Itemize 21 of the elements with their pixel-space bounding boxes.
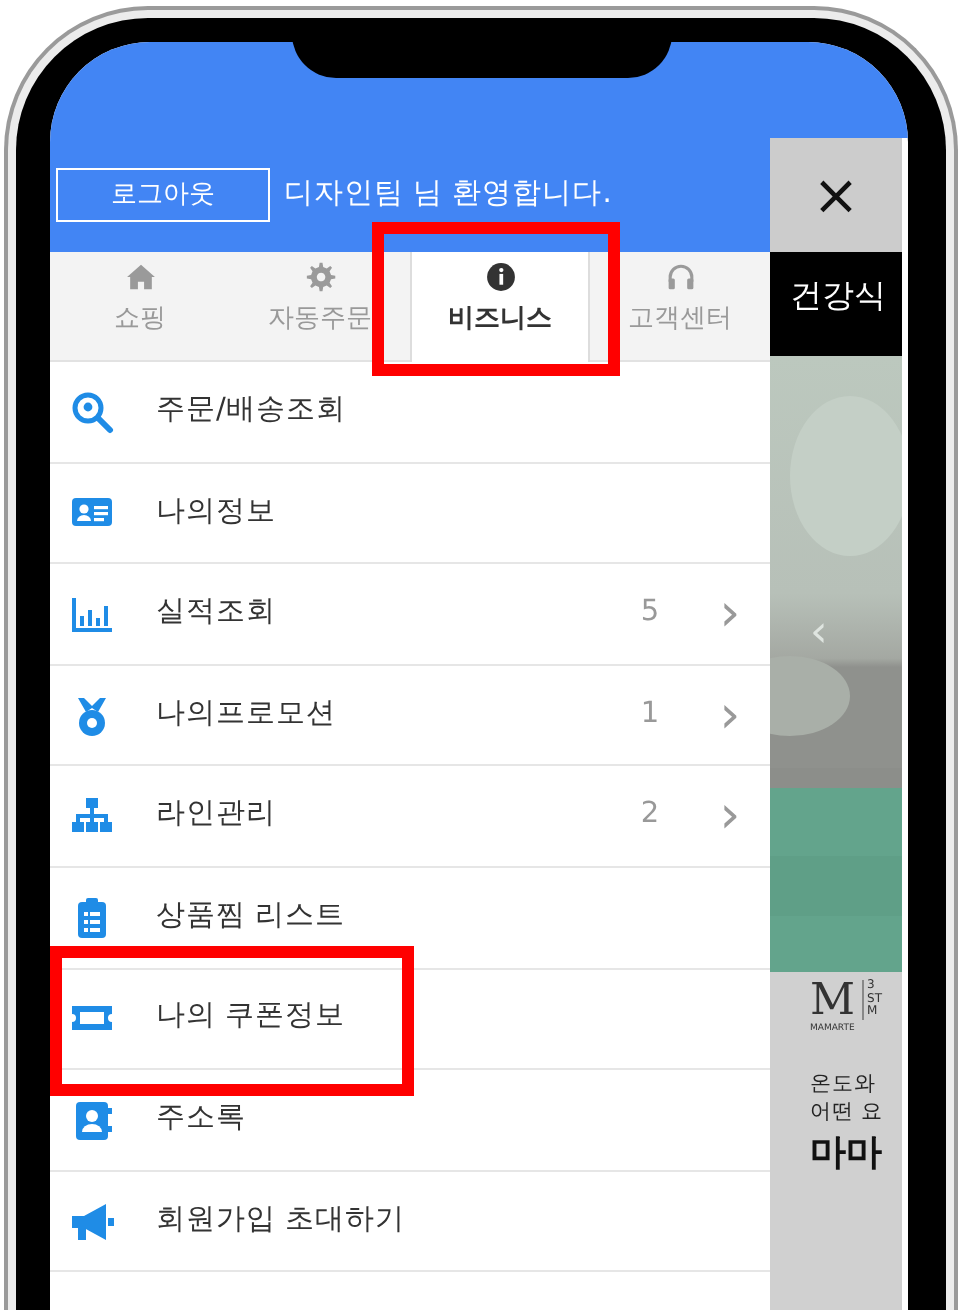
count-text: 2 <box>638 796 662 835</box>
home-icon <box>123 260 157 294</box>
tab[interactable]: 비즈니스 <box>410 252 590 362</box>
info-icon <box>483 260 517 294</box>
logout-button[interactable]: 로그아웃 <box>56 168 270 222</box>
description-text: 온도와 <box>810 1069 878 1098</box>
description-text: 어떤 요 <box>810 1097 885 1127</box>
headset-icon <box>663 260 697 294</box>
logo-mark: M <box>810 980 856 1024</box>
chevron-icon: › <box>690 587 770 640</box>
chevron-icon: › <box>690 790 770 843</box>
greeting-text: 디자인팀 님 환영합니다. <box>284 175 612 214</box>
banner-text: 건강식 <box>770 252 902 356</box>
megaphone-icon <box>70 1199 114 1244</box>
settings-icon <box>303 260 337 294</box>
count-text: 5 <box>638 594 662 633</box>
count-text: 1 <box>638 695 662 734</box>
contact-book-icon <box>70 1097 114 1142</box>
search-icon <box>70 389 114 434</box>
chevron-icon: › <box>690 689 770 742</box>
headline-text: 마마 <box>810 1130 884 1179</box>
